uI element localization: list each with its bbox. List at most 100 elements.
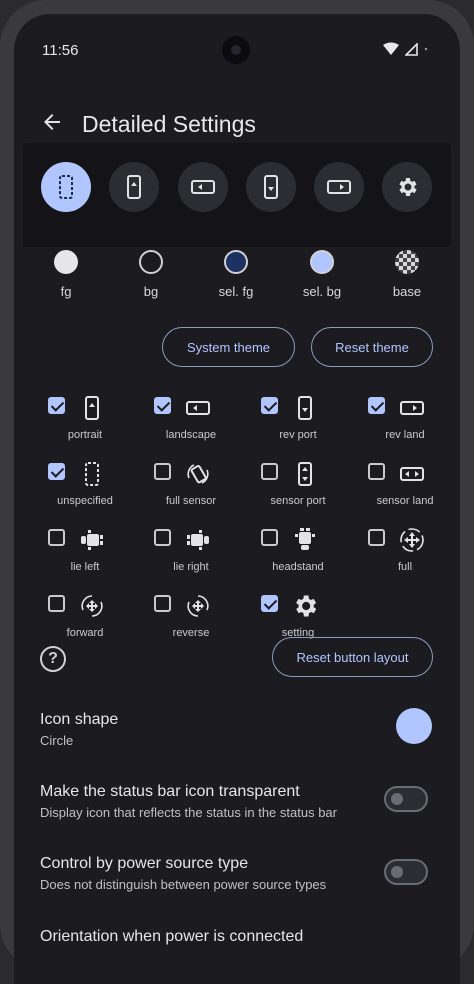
- sensor-land-icon: [400, 467, 424, 481]
- rev-port-icon: [298, 396, 312, 420]
- checkbox[interactable]: [261, 397, 278, 414]
- orientation-label: landscape: [165, 429, 217, 441]
- swatch-sel-fg[interactable]: [224, 250, 248, 274]
- orientation-portrait[interactable]: portrait: [30, 392, 140, 452]
- status-time: 11:56: [42, 42, 79, 59]
- preview-portrait-button[interactable]: [109, 162, 159, 212]
- pref-title: Orientation when power is connected: [40, 928, 304, 945]
- preview-setting-button[interactable]: [382, 162, 432, 212]
- landscape-icon: [186, 401, 210, 415]
- orientation-lie-left[interactable]: lie left: [30, 524, 140, 584]
- checkbox[interactable]: [261, 529, 278, 546]
- status-bar: 11:56: [14, 14, 460, 64]
- battery-dot-icon: [424, 47, 428, 51]
- orientation-label: forward: [66, 627, 104, 639]
- pref-title: Make the status bar icon transparent: [40, 783, 300, 800]
- orientation-sensor-land[interactable]: sensor land: [350, 458, 460, 518]
- pref-transparent-status[interactable]: Make the status bar icon transparent Dis…: [40, 783, 370, 820]
- power-source-toggle[interactable]: [384, 859, 428, 885]
- orientation-rev-land[interactable]: rev land: [350, 392, 460, 452]
- orientation-reverse[interactable]: reverse: [136, 590, 246, 650]
- pref-title: Icon shape: [40, 711, 119, 728]
- preview-unspecified-button[interactable]: [41, 162, 91, 212]
- portrait-icon: [85, 396, 99, 420]
- orientation-full[interactable]: full: [350, 524, 460, 584]
- orientation-rev-port[interactable]: rev port: [243, 392, 353, 452]
- checkbox[interactable]: [48, 397, 65, 414]
- rev-port-icon: [264, 175, 278, 199]
- checkbox[interactable]: [154, 529, 171, 546]
- orientation-landscape[interactable]: landscape: [136, 392, 246, 452]
- checkbox[interactable]: [154, 397, 171, 414]
- checkbox[interactable]: [48, 529, 65, 546]
- orientation-unspecified[interactable]: unspecified: [30, 458, 140, 518]
- arrow-back-icon[interactable]: [40, 110, 64, 134]
- pref-title: Control by power source type: [40, 855, 249, 872]
- preview-landscape-button[interactable]: [178, 162, 228, 212]
- orientation-forward[interactable]: forward: [30, 590, 140, 650]
- reset-button-layout-button[interactable]: Reset button layout: [272, 637, 433, 677]
- color-bg[interactable]: bg: [111, 250, 191, 299]
- checkbox[interactable]: [154, 463, 171, 480]
- checkbox[interactable]: [261, 463, 278, 480]
- orientation-headstand[interactable]: headstand: [243, 524, 353, 584]
- swatch-bg[interactable]: [139, 250, 163, 274]
- portrait-icon: [127, 175, 141, 199]
- color-label: base: [392, 284, 422, 299]
- color-fg[interactable]: fg: [26, 250, 106, 299]
- orientation-label: reverse: [172, 627, 210, 639]
- preview-rev-port-button[interactable]: [246, 162, 296, 212]
- help-icon[interactable]: ?: [40, 646, 66, 672]
- color-label: fg: [60, 284, 72, 299]
- checkbox[interactable]: [368, 397, 385, 414]
- system-theme-button[interactable]: System theme: [162, 327, 295, 367]
- pref-orientation-power[interactable]: Orientation when power is connected: [40, 928, 420, 946]
- reset-theme-button[interactable]: Reset theme: [311, 327, 433, 367]
- pref-power-source[interactable]: Control by power source type Does not di…: [40, 855, 370, 892]
- rev-land-icon: [327, 180, 351, 194]
- robot-left-icon: [81, 530, 103, 550]
- robot-right-icon: [187, 530, 209, 550]
- icon-preview-bar: [23, 143, 451, 247]
- orientation-label: headstand: [272, 561, 324, 573]
- pref-subtitle: Does not distinguish between power sourc…: [40, 877, 327, 892]
- rev-land-icon: [400, 401, 424, 415]
- swatch-fg[interactable]: [54, 250, 78, 274]
- checkbox[interactable]: [48, 463, 65, 480]
- swatch-base[interactable]: [395, 250, 419, 274]
- preview-rev-land-button[interactable]: [314, 162, 364, 212]
- status-icons: [383, 42, 428, 56]
- pref-icon-shape[interactable]: Icon shape Circle: [40, 711, 420, 748]
- orientation-full-sensor[interactable]: full sensor: [136, 458, 246, 518]
- color-sel-fg[interactable]: sel. fg: [196, 250, 276, 299]
- orientation-label: sensor port: [270, 495, 326, 507]
- icon-shape-preview[interactable]: [396, 708, 432, 744]
- orientation-sensor-port[interactable]: sensor port: [243, 458, 353, 518]
- pref-value: Circle: [40, 733, 74, 748]
- transparent-toggle[interactable]: [384, 786, 428, 812]
- orientation-label: rev land: [385, 429, 425, 441]
- forward-icon: [81, 595, 103, 617]
- orientation-label: unspecified: [57, 495, 113, 507]
- checkbox[interactable]: [261, 595, 278, 612]
- color-base[interactable]: base: [367, 250, 447, 299]
- swatch-sel-bg[interactable]: [310, 250, 334, 274]
- checkbox[interactable]: [368, 463, 385, 480]
- color-palette: fg bg sel. fg sel. bg base: [14, 250, 460, 320]
- checkbox[interactable]: [48, 595, 65, 612]
- wifi-icon: [383, 42, 399, 55]
- orientation-label: portrait: [67, 429, 103, 441]
- orientation-label: sensor land: [376, 495, 434, 507]
- orientation-label: full: [397, 561, 413, 573]
- orientation-lie-right[interactable]: lie right: [136, 524, 246, 584]
- signal-icon: [405, 42, 418, 56]
- orientation-label: lie left: [70, 561, 100, 573]
- checkbox[interactable]: [154, 595, 171, 612]
- color-sel-bg[interactable]: sel. bg: [282, 250, 362, 299]
- phone-frame: 11:56 Detailed Settings fg bg sel. fg se…: [0, 0, 474, 984]
- orientation-label: lie right: [173, 561, 209, 573]
- gear-icon: [399, 178, 417, 196]
- orientation-label: full sensor: [165, 495, 217, 507]
- sensor-port-icon: [298, 462, 312, 486]
- checkbox[interactable]: [368, 529, 385, 546]
